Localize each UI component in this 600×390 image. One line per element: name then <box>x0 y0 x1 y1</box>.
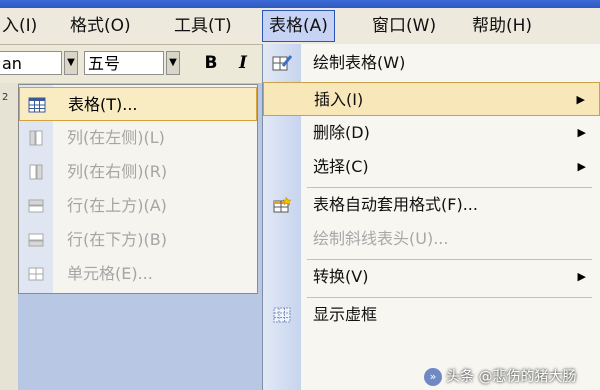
menu-item-autoformat[interactable]: 表格自动套用格式(F)... <box>263 188 600 222</box>
menu-format[interactable]: 格式(O) <box>64 10 137 42</box>
window-title-bar <box>0 0 600 8</box>
submenu-item-column-left[interactable]: 列(在左侧)(L) <box>19 121 257 155</box>
submenu-arrow-icon: ▶ <box>577 126 586 139</box>
formatting-toolbar: an ▼ 五号 ▼ B I <box>0 45 262 83</box>
chevron-down-icon[interactable]: ▼ <box>166 51 180 75</box>
submenu-item-row-below[interactable]: 行(在下方)(B) <box>19 223 257 257</box>
table-menu: 绘制表格(W) 插入(I) ▶ 删除(D) ▶ 选择(C) ▶ 表格自动套用格式… <box>262 44 600 390</box>
ruler-mark: 2 <box>2 92 9 103</box>
bold-button[interactable]: B <box>200 51 222 75</box>
menu-item-label: 显示虚框 <box>313 305 378 324</box>
submenu-item-table[interactable]: 表格(T)... <box>19 87 257 121</box>
gridlines-icon <box>272 306 292 324</box>
menu-item-label: 转换(V) <box>313 267 369 286</box>
chevron-down-icon[interactable]: ▼ <box>64 51 78 75</box>
menu-window[interactable]: 窗口(W) <box>366 10 442 42</box>
submenu-arrow-icon: ▶ <box>576 93 585 106</box>
menu-bar: 入(I) 格式(O) 工具(T) 表格(A) 窗口(W) 帮助(H) <box>0 8 600 45</box>
menu-item-label: 选择(C) <box>313 157 369 176</box>
submenu-item-column-right[interactable]: 列(在右侧)(R) <box>19 155 257 189</box>
menu-item-label: 插入(I) <box>314 90 364 109</box>
submenu-item-label: 行(在下方)(B) <box>67 230 167 249</box>
row-below-icon <box>27 231 45 249</box>
menu-item-show-gridlines[interactable]: 显示虚框 <box>263 298 600 332</box>
menu-item-draw-diagonal-header[interactable]: 绘制斜线表头(U)... <box>263 222 600 256</box>
expand-menu-button[interactable]: » <box>424 368 442 386</box>
cells-icon <box>27 265 45 283</box>
menu-item-select[interactable]: 选择(C) ▶ <box>263 150 600 184</box>
menu-help[interactable]: 帮助(H) <box>466 10 538 42</box>
ruler-strip <box>0 83 18 390</box>
submenu-item-label: 行(在上方)(A) <box>67 196 167 215</box>
column-right-icon <box>27 163 45 181</box>
menu-table[interactable]: 表格(A) <box>262 10 335 42</box>
submenu-arrow-icon: ▶ <box>577 160 586 173</box>
menu-item-label: 表格自动套用格式(F)... <box>313 195 478 214</box>
row-above-icon <box>27 197 45 215</box>
menu-item-label: 删除(D) <box>313 123 370 142</box>
table-icon <box>28 96 46 114</box>
submenu-arrow-icon: ▶ <box>577 270 586 283</box>
submenu-item-label: 单元格(E)... <box>67 264 153 283</box>
menu-insert[interactable]: 入(I) <box>0 10 43 42</box>
menu-item-label: 绘制斜线表头(U)... <box>313 229 449 248</box>
pencil-table-icon <box>272 54 293 72</box>
menu-tools[interactable]: 工具(T) <box>168 10 238 42</box>
submenu-item-row-above[interactable]: 行(在上方)(A) <box>19 189 257 223</box>
menu-item-insert[interactable]: 插入(I) ▶ <box>263 82 600 116</box>
font-name-select[interactable]: an <box>0 51 62 75</box>
autoformat-icon <box>272 196 292 214</box>
font-size-select[interactable]: 五号 <box>84 51 164 75</box>
menu-item-label: 绘制表格(W) <box>313 53 406 72</box>
submenu-item-label: 列(在右侧)(R) <box>67 162 168 181</box>
menu-item-delete[interactable]: 删除(D) ▶ <box>263 116 600 150</box>
italic-button[interactable]: I <box>232 51 254 75</box>
menu-item-convert[interactable]: 转换(V) ▶ <box>263 260 600 294</box>
column-left-icon <box>27 129 45 147</box>
submenu-item-cells[interactable]: 单元格(E)... <box>19 257 257 291</box>
insert-submenu: 表格(T)... 列(在左侧)(L) 列(在右侧)(R) 行(在上方)(A) 行… <box>18 84 258 294</box>
submenu-item-label: 列(在左侧)(L) <box>67 128 165 147</box>
menu-item-draw-table[interactable]: 绘制表格(W) <box>263 46 600 80</box>
watermark: 头条 @悲伤的猪大肠 <box>446 369 577 385</box>
submenu-item-label: 表格(T)... <box>68 95 138 114</box>
